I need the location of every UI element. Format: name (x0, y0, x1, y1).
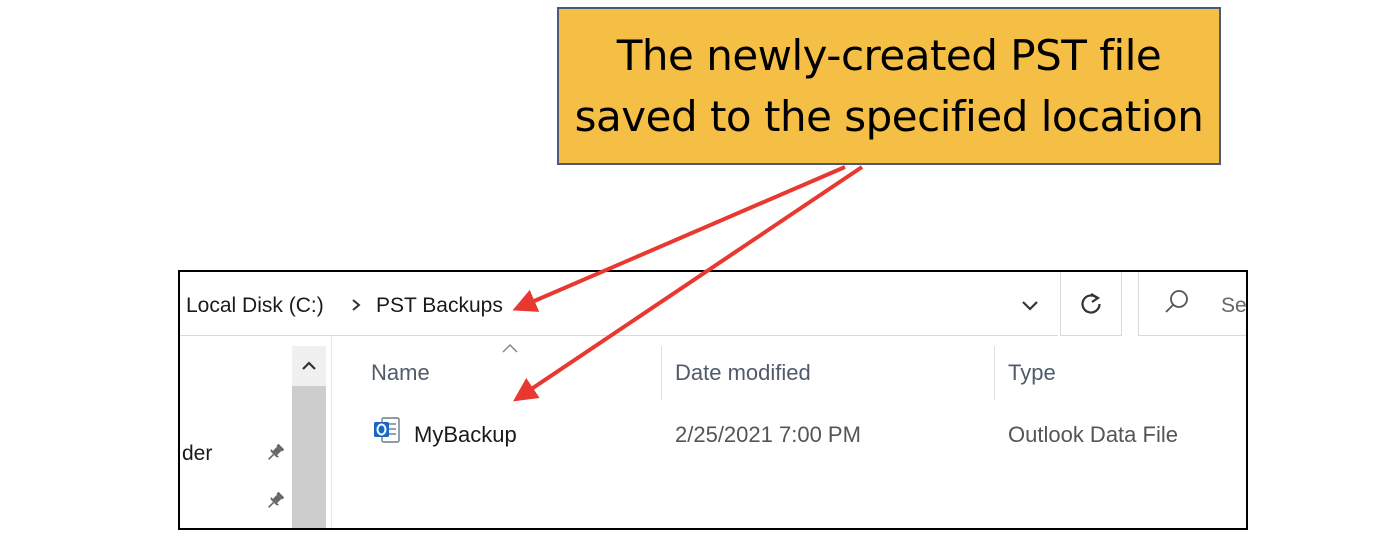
scroll-thumb[interactable] (292, 386, 326, 528)
refresh-button[interactable] (1060, 272, 1122, 336)
file-name[interactable]: MyBackup (414, 422, 517, 448)
nav-item-label[interactable]: der (182, 442, 212, 466)
pane-divider (331, 336, 332, 528)
file-type: Outlook Data File (1008, 422, 1178, 447)
column-header-type[interactable]: Type (1008, 360, 1056, 386)
sort-ascending-icon (502, 343, 518, 353)
file-date-modified: 2/25/2021 7:00 PM (675, 422, 861, 447)
breadcrumb-separator-icon[interactable] (350, 296, 362, 317)
callout-text: The newly-created PST file saved to the … (574, 31, 1204, 141)
outlook-pst-icon (374, 417, 400, 443)
address-history-dropdown-button[interactable] (1010, 286, 1050, 326)
address-bar[interactable]: Local Disk (C:) PST Backups (180, 272, 1058, 336)
search-box[interactable]: Se (1138, 272, 1246, 336)
scroll-up-button[interactable] (292, 346, 326, 386)
breadcrumb-pst-backups[interactable]: PST Backups (376, 294, 503, 318)
refresh-icon (1081, 292, 1101, 314)
column-header-date-modified[interactable]: Date modified (675, 360, 811, 386)
column-separator[interactable] (661, 346, 662, 400)
file-explorer-window: Local Disk (C:) PST Backups Se der Name … (178, 270, 1248, 530)
nav-scrollbar[interactable] (292, 346, 326, 528)
chevron-down-icon (1022, 301, 1038, 311)
column-separator[interactable] (994, 346, 995, 400)
pin-icon[interactable] (264, 490, 286, 517)
search-placeholder[interactable]: Se (1221, 294, 1246, 318)
column-header-name[interactable]: Name (371, 360, 430, 386)
breadcrumb-local-disk[interactable]: Local Disk (C:) (186, 294, 324, 318)
annotation-callout: The newly-created PST file saved to the … (557, 7, 1221, 165)
search-icon (1165, 290, 1188, 313)
pin-icon[interactable] (264, 442, 286, 469)
chevron-up-icon (302, 361, 316, 370)
